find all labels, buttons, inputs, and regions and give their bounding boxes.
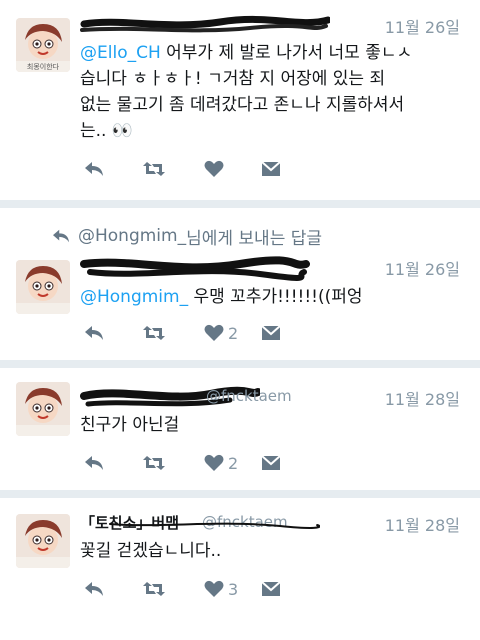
like-count: 2 <box>228 453 239 473</box>
tweet-text: 꽃길 걷겠습ㄴ니다.. <box>80 541 222 561</box>
reply-button[interactable] <box>84 322 104 344</box>
tweet-date[interactable]: 11월 28일 <box>385 386 460 410</box>
tweet-text: 친구가 아닌걸 <box>80 415 180 435</box>
tweet-header: 11월 26일 <box>80 256 466 281</box>
reply-context[interactable]: @Hongmim_ 님에게 보내는 답글 <box>52 224 323 249</box>
retweet-icon <box>143 326 165 340</box>
tweet-text: @Ello_CH 어부가 제 발로 나가서 너모 좋ㄴㅅ 습니다 ㅎㅏㅎㅏ! ㄱ… <box>80 43 413 141</box>
tweet-3[interactable]: @fncktaem 11월 28일 친구가 아닌걸 2 <box>0 368 480 490</box>
heart-icon <box>204 160 224 177</box>
retweet-icon <box>143 582 165 596</box>
tweet-header: 11월 26일 <box>80 14 466 38</box>
tweet-actions <box>80 158 290 180</box>
tweet-header: @fncktaem 11월 28일 <box>80 386 466 410</box>
tweet-date[interactable]: 11월 26일 <box>385 256 460 280</box>
tweet-actions: 2 <box>80 322 290 344</box>
retweet-icon <box>143 162 165 176</box>
reply-icon <box>53 229 69 243</box>
redaction-scribble <box>80 256 310 281</box>
tweet-actions: 2 <box>80 452 290 474</box>
heart-icon <box>204 324 224 341</box>
heart-icon <box>204 580 224 597</box>
tweet-date[interactable]: 11월 26일 <box>385 14 460 38</box>
reply-icon <box>85 326 103 340</box>
tweet-4[interactable]: 「토친소」버맴 @fncktaem 11월 28일 꽃길 걷겠습ㄴ니다.. 3 <box>0 498 480 640</box>
retweet-button[interactable] <box>142 452 166 474</box>
tweet-actions: 3 <box>80 578 290 600</box>
like-count: 2 <box>228 323 239 343</box>
mention-link[interactable]: @Hongmim_ <box>80 287 188 307</box>
dm-button[interactable] <box>260 158 282 180</box>
redaction-scribble <box>80 15 330 33</box>
tweet-header: 「토친소」버맴 @fncktaem 11월 28일 <box>80 512 466 536</box>
tweet-2[interactable]: 11월 26일 @Hongmim_ 우맹 꼬추가!!!!!!((퍼엉 2 <box>0 248 480 360</box>
dm-button[interactable] <box>260 322 282 344</box>
reply-context-handle[interactable]: @Hongmim_ <box>78 226 186 246</box>
like-count: 3 <box>228 579 239 599</box>
reply-icon <box>85 582 103 596</box>
divider <box>0 200 480 208</box>
avatar[interactable] <box>16 260 70 314</box>
tweet-timeline: 최몽이한다 11월 26일 @Ello_CH 어부가 제 발로 나가서 너모 좋… <box>0 0 480 640</box>
like-button[interactable]: 2 <box>204 322 238 344</box>
redaction-scribble <box>109 522 320 529</box>
dm-button[interactable] <box>260 452 282 474</box>
dm-button[interactable] <box>260 578 282 600</box>
reply-button[interactable] <box>84 578 104 600</box>
tweet-text: @Hongmim_ 우맹 꼬추가!!!!!!((퍼엉 <box>80 287 363 307</box>
reply-icon <box>85 162 103 176</box>
reply-context-text: 님에게 보내는 답글 <box>186 228 323 249</box>
like-button[interactable]: 3 <box>204 578 238 600</box>
reply-button[interactable] <box>84 452 104 474</box>
heart-icon <box>204 454 224 471</box>
message-icon <box>261 455 281 470</box>
reply-icon <box>85 456 103 470</box>
retweet-button[interactable] <box>142 322 166 344</box>
avatar[interactable] <box>16 382 70 436</box>
retweet-button[interactable] <box>142 578 166 600</box>
mention-link[interactable]: @Ello_CH <box>80 43 161 63</box>
reply-button[interactable] <box>84 158 104 180</box>
divider <box>0 360 480 368</box>
tweet-date[interactable]: 11월 28일 <box>385 512 460 536</box>
tweet-1[interactable]: 최몽이한다 11월 26일 @Ello_CH 어부가 제 발로 나가서 너모 좋… <box>0 0 480 200</box>
retweet-button[interactable] <box>142 158 166 180</box>
avatar[interactable] <box>16 514 70 568</box>
avatar[interactable]: 최몽이한다 <box>16 18 70 72</box>
divider <box>0 490 480 498</box>
retweet-icon <box>143 456 165 470</box>
like-button[interactable] <box>204 158 228 180</box>
message-icon <box>261 325 281 340</box>
message-icon <box>261 161 281 176</box>
user-handle[interactable]: @fncktaem <box>206 387 292 405</box>
like-button[interactable]: 2 <box>204 452 238 474</box>
message-icon <box>261 581 281 596</box>
svg-text:최몽이한다: 최몽이한다 <box>27 62 60 71</box>
